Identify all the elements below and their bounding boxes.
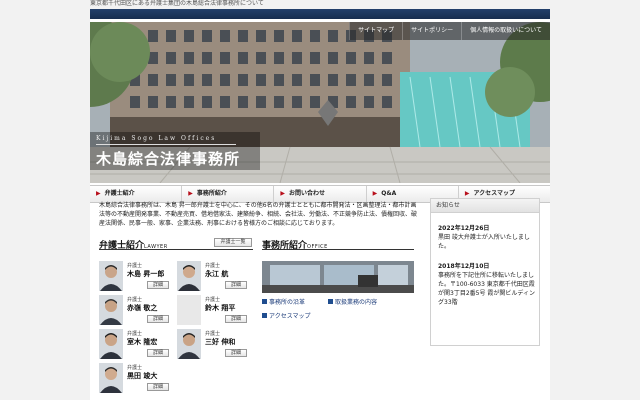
office-link-label: アクセスマップ [269, 313, 311, 320]
lawyer-card: 弁護士 永江 航 詳細 [177, 261, 255, 291]
nav-item-office[interactable]: ▶ 事務所紹介 [182, 186, 275, 202]
lawyer-role: 弁護士 [205, 263, 221, 269]
site-tagline: 東京都千代田区にある弁護士集団の木島総合法律事務所について [90, 0, 264, 7]
news-title: お知らせ [431, 199, 539, 213]
news-date: 2018年12月10日 [438, 263, 490, 270]
nav-item-label: Q&A [381, 190, 397, 197]
lawyer-photo[interactable] [177, 329, 201, 359]
lawyer-detail-button[interactable]: 詳細 [225, 281, 247, 289]
lawyer-name[interactable]: 黒田 竣大 [127, 371, 157, 381]
nav-item-lawyers[interactable]: ▶ 弁護士紹介 [90, 186, 183, 202]
nav-item-label: 事務所紹介 [196, 190, 227, 197]
news-text: 事務所を下記住所に移転いたしました。〒100-6033 東京都千代田区霞が関3丁… [438, 272, 535, 306]
page-container: サイトマップ サイトポリシー 個人情報の取扱いについて Kijima Sogo … [90, 19, 550, 400]
sitemap-link[interactable]: サイトマップ [349, 22, 402, 40]
lawyer-detail-button[interactable]: 詳細 [147, 383, 169, 391]
lawyer-photo-placeholder[interactable] [177, 295, 201, 325]
access-map-link[interactable]: アクセスマップ [262, 311, 311, 320]
lawyer-list-button[interactable]: 弁護士一覧 [214, 238, 252, 247]
lawyer-photo[interactable] [99, 261, 123, 291]
office-history-link[interactable]: 事務所の沿革 [262, 297, 305, 306]
nav-item-label: 弁護士紹介 [104, 190, 135, 197]
lawyer-card: 弁護士 木島 昇一郎 詳細 [99, 261, 177, 291]
nav-item-label: お問い合わせ [289, 190, 326, 197]
lawyer-name[interactable]: 木島 昇一郎 [127, 269, 164, 279]
bullet-square-icon [328, 299, 333, 304]
practice-areas-link[interactable]: 取扱業務の内容 [328, 297, 377, 306]
lawyer-detail-button[interactable]: 詳細 [147, 315, 169, 323]
arrow-right-icon: ▶ [280, 190, 286, 197]
nav-item-contact[interactable]: ▶ お問い合わせ [274, 186, 367, 202]
lawyer-role: 弁護士 [205, 297, 221, 303]
news-text: 黒田 竣大弁護士が入所いたしました。 [438, 234, 530, 250]
lawyer-card: 弁護士 三好 伸和 詳細 [177, 329, 255, 359]
logo-divider [96, 144, 236, 145]
office-photo [262, 261, 414, 293]
news-date: 2022年12月26日 [438, 225, 490, 232]
office-link-label: 取扱業務の内容 [335, 299, 378, 306]
lawyer-role: 弁護士 [127, 331, 143, 337]
lawyer-photo[interactable] [99, 295, 123, 325]
site-logo[interactable]: 木島綜合法律事務所 [96, 148, 240, 169]
lawyer-name[interactable]: 永江 航 [205, 269, 228, 279]
site-policy-link[interactable]: サイトポリシー [402, 22, 461, 40]
intro-text: 木島綜合法律事務所は、木島 昇一郎弁護士を中心に、その他6名の弁護士とともに都市… [99, 202, 418, 227]
privacy-policy-link[interactable]: 個人情報の取扱いについて [461, 22, 550, 40]
arrow-right-icon: ▶ [96, 190, 101, 197]
lawyers-divider [99, 249, 253, 250]
office-divider [262, 249, 414, 250]
bullet-square-icon [262, 299, 267, 304]
lawyer-detail-button[interactable]: 詳細 [147, 281, 169, 289]
lawyer-detail-button[interactable]: 詳細 [225, 349, 247, 357]
lawyer-role: 弁護士 [127, 263, 143, 269]
lawyer-role: 弁護士 [127, 297, 143, 303]
arrow-right-icon: ▶ [188, 190, 193, 197]
lawyer-photo[interactable] [177, 261, 201, 291]
lawyer-detail-button[interactable]: 詳細 [225, 315, 247, 323]
lawyer-name[interactable]: 赤嶺 敬之 [127, 303, 157, 313]
lawyer-card: 弁護士 黒田 竣大 詳細 [99, 363, 177, 393]
lawyer-role: 弁護士 [205, 331, 221, 337]
lawyer-photo[interactable] [99, 329, 123, 359]
arrow-right-icon: ▶ [372, 190, 378, 197]
lawyer-card: 弁護士 赤嶺 敬之 詳細 [99, 295, 177, 325]
news-box: お知らせ 2022年12月26日 黒田 竣大弁護士が入所いたしました。 2018… [430, 198, 540, 346]
lawyer-photo[interactable] [99, 363, 123, 393]
office-link-label: 事務所の沿革 [269, 299, 306, 306]
lawyer-role: 弁護士 [127, 365, 143, 371]
header-utility-links: サイトマップ サイトポリシー 個人情報の取扱いについて [349, 22, 550, 40]
lawyer-name[interactable]: 三好 伸和 [205, 337, 235, 347]
lawyer-card: 弁護士 鈴木 翔平 詳細 [177, 295, 255, 325]
lawyer-detail-button[interactable]: 詳細 [147, 349, 169, 357]
bullet-square-icon [262, 313, 267, 318]
logo-english: Kijima Sogo Law Offices [96, 135, 217, 142]
top-bar [90, 9, 550, 19]
lawyer-card: 弁護士 室木 隆宏 詳細 [99, 329, 177, 359]
lawyer-name[interactable]: 鈴木 翔平 [205, 303, 235, 313]
hero-banner: サイトマップ サイトポリシー 個人情報の取扱いについて Kijima Sogo … [90, 22, 550, 183]
lawyer-name[interactable]: 室木 隆宏 [127, 337, 157, 347]
